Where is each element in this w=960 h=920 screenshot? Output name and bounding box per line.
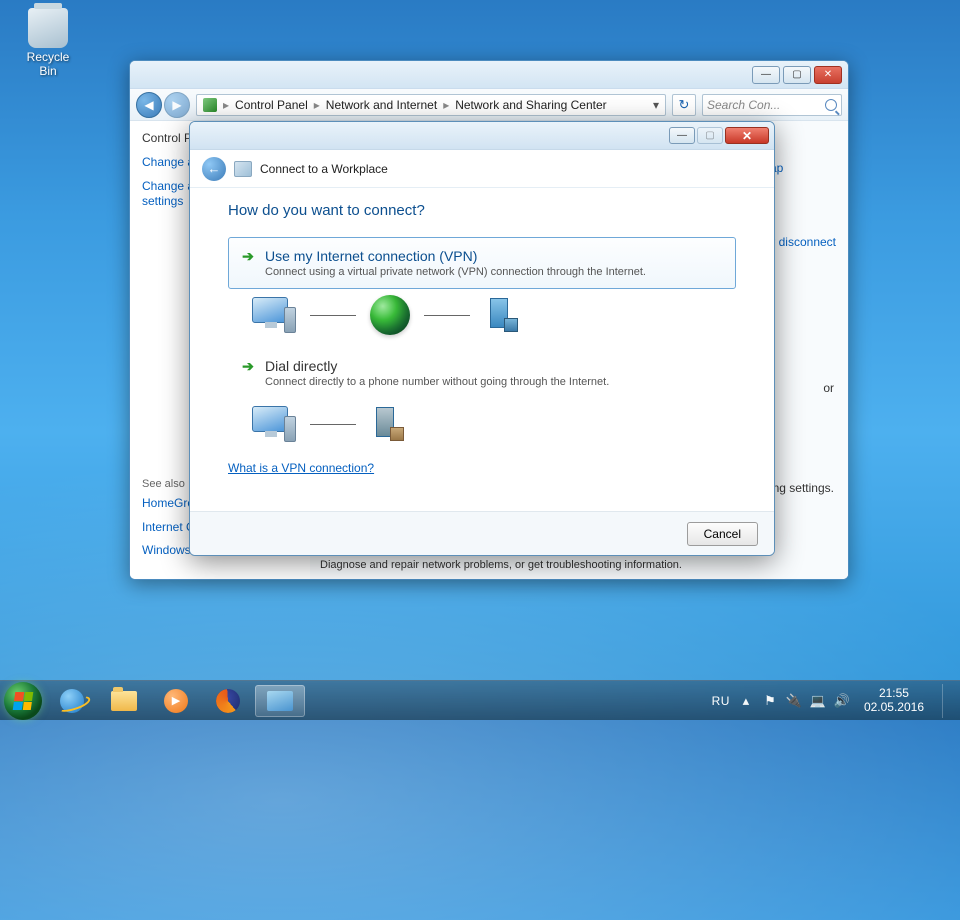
network-tray-icon[interactable]: 💻 (810, 693, 826, 709)
breadcrumb-item[interactable]: Network and Sharing Center (455, 98, 606, 112)
close-button[interactable]: ✕ (814, 66, 842, 84)
dialog-header: ← Connect to a Workplace (190, 150, 774, 188)
refresh-button[interactable]: ↻ (672, 94, 696, 116)
network-center-icon (267, 691, 293, 711)
option-dial-desc: Connect directly to a phone number witho… (265, 376, 723, 388)
dialog-question: How do you want to connect? (228, 202, 736, 219)
taskbar: ▶ RU ▴ ⚑ 🔌 💻 🔊 21:55 02.05.2016 (0, 680, 960, 720)
dialog-back-button[interactable]: ← (202, 157, 226, 181)
dialog-maximize-button: ▢ (697, 127, 723, 144)
system-tray: RU ▴ ⚑ 🔌 💻 🔊 21:55 02.05.2016 (712, 684, 956, 718)
chevron-icon: ▸ (223, 98, 229, 112)
option-dial-title: Dial directly (265, 358, 337, 374)
clock-time: 21:55 (864, 687, 924, 701)
globe-icon (370, 295, 410, 335)
power-icon[interactable]: 🔌 (786, 693, 802, 709)
windows-logo-icon (13, 692, 34, 710)
show-desktop-button[interactable] (942, 684, 952, 718)
vpn-help-link[interactable]: What is a VPN connection? (228, 461, 374, 475)
action-center-icon[interactable]: ⚑ (762, 693, 778, 709)
show-hidden-icons[interactable]: ▴ (738, 693, 754, 709)
network-icon (203, 98, 217, 112)
connect-workplace-dialog: — ▢ ✕ ← Connect to a Workplace How do yo… (189, 121, 775, 556)
cancel-button[interactable]: Cancel (687, 522, 758, 546)
search-placeholder: Search Con... (707, 98, 780, 112)
dropdown-chevron-icon[interactable]: ▾ (653, 98, 659, 112)
firefox-icon (216, 689, 240, 713)
option-vpn[interactable]: ➔ Use my Internet connection (VPN) Conne… (228, 237, 736, 289)
recycle-bin-label: Recycle Bin (18, 50, 78, 78)
server-icon (484, 296, 524, 334)
control-panel-titlebar: — ▢ ✕ (130, 61, 848, 89)
search-input[interactable]: Search Con... (702, 94, 842, 116)
navigation-bar: ◀ ▶ ▸ Control Panel ▸ Network and Intern… (130, 89, 848, 121)
breadcrumb-item[interactable]: Control Panel (235, 98, 308, 112)
arrow-right-icon: ➔ (241, 359, 255, 373)
taskbar-explorer[interactable] (99, 685, 149, 717)
media-player-icon: ▶ (164, 689, 188, 713)
vpn-illustration (252, 295, 736, 335)
start-button[interactable] (4, 682, 42, 720)
option-dial[interactable]: ➔ Dial directly Connect directly to a ph… (228, 347, 736, 399)
clock[interactable]: 21:55 02.05.2016 (858, 687, 930, 715)
dialog-minimize-button[interactable]: — (669, 127, 695, 144)
volume-icon[interactable]: 🔊 (834, 693, 850, 709)
recycle-bin-desktop-icon[interactable]: Recycle Bin (18, 8, 78, 78)
search-icon (825, 99, 837, 111)
computer-icon (252, 406, 296, 442)
taskbar-network-center[interactable] (255, 685, 305, 717)
language-indicator[interactable]: RU (712, 694, 730, 708)
dial-illustration (252, 405, 736, 443)
chevron-icon: ▸ (443, 98, 449, 112)
address-bar[interactable]: ▸ Control Panel ▸ Network and Internet ▸… (196, 94, 666, 116)
arrow-right-icon: ➔ (241, 249, 255, 263)
taskbar-media-player[interactable]: ▶ (151, 685, 201, 717)
server-icon (370, 405, 410, 443)
chevron-icon: ▸ (314, 98, 320, 112)
dialog-close-button[interactable]: ✕ (725, 127, 769, 144)
computer-icon (252, 297, 296, 333)
taskbar-ie[interactable] (47, 685, 97, 717)
ie-icon (60, 689, 84, 713)
dialog-titlebar: — ▢ ✕ (190, 122, 774, 150)
taskbar-firefox[interactable] (203, 685, 253, 717)
option-vpn-desc: Connect using a virtual private network … (265, 266, 723, 278)
minimize-button[interactable]: — (752, 66, 780, 84)
back-button[interactable]: ◀ (136, 92, 162, 118)
or-text: or (823, 381, 834, 395)
option-vpn-title: Use my Internet connection (VPN) (265, 248, 477, 264)
footer-text: Diagnose and repair network problems, or… (320, 559, 682, 571)
clock-date: 02.05.2016 (864, 701, 924, 715)
folder-icon (111, 691, 137, 711)
maximize-button[interactable]: ▢ (783, 66, 811, 84)
forward-button[interactable]: ▶ (164, 92, 190, 118)
recycle-bin-icon (28, 8, 68, 48)
breadcrumb-item[interactable]: Network and Internet (326, 98, 437, 112)
workplace-icon (234, 161, 252, 177)
dialog-title: Connect to a Workplace (260, 162, 388, 176)
